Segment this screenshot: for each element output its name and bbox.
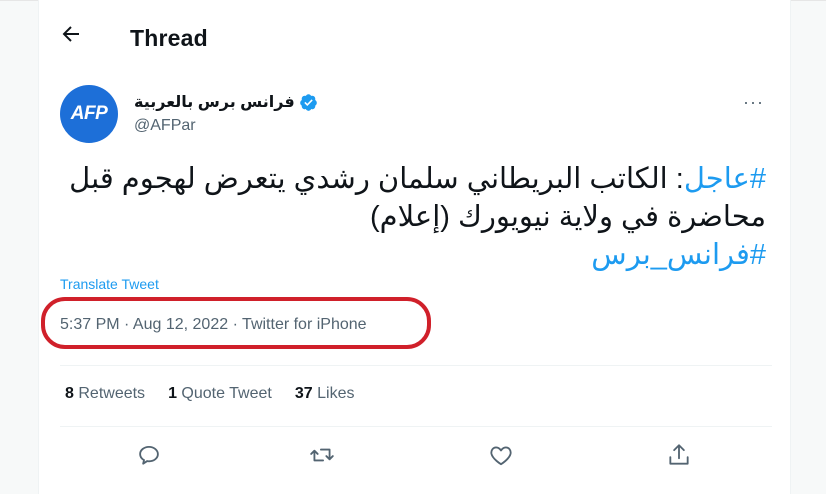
divider	[60, 365, 772, 366]
tweet-text: #عاجل: الكاتب البريطاني سلمان رشدي يتعرض…	[59, 160, 766, 274]
page-title: Thread	[130, 25, 208, 51]
author-name-row[interactable]: فرانس برس بالعربية	[134, 92, 318, 112]
thread-header: Thread	[39, 0, 790, 74]
likes-count: 37	[294, 385, 313, 402]
translate-tweet-link[interactable]: Translate Tweet	[60, 276, 159, 292]
author-display-name[interactable]: فرانس برس بالعربية	[134, 92, 295, 112]
author-handle[interactable]: @AFPar	[134, 117, 196, 135]
avatar-logo-text: AFP	[70, 103, 108, 124]
hashtag-link[interactable]: #عاجل	[684, 163, 766, 195]
quotes-label: Quote Tweet	[181, 385, 272, 402]
retweets-count: 8	[65, 385, 74, 402]
share-icon[interactable]	[666, 442, 692, 468]
tweet-actions	[39, 442, 790, 476]
arrow-left-icon[interactable]	[59, 22, 83, 46]
like-heart-icon[interactable]	[488, 442, 514, 468]
tweet-body: : الكاتب البريطاني سلمان رشدي يتعرض لهجو…	[69, 163, 766, 233]
verified-badge-icon	[299, 93, 317, 111]
hashtag-link[interactable]: #فرانس_برس	[591, 239, 766, 271]
retweets-stat[interactable]: 8 Retweets	[65, 385, 145, 403]
thread-column: Thread AFP فرانس برس بالعربية @AFPar ···…	[38, 0, 791, 494]
retweet-icon[interactable]	[309, 442, 335, 468]
likes-stat[interactable]: 37 Likes	[295, 385, 355, 403]
more-options-icon[interactable]: ···	[743, 92, 764, 113]
retweets-label: Retweets	[78, 385, 146, 402]
reply-icon[interactable]	[136, 442, 162, 468]
quote-tweets-stat[interactable]: 1 Quote Tweet	[168, 385, 272, 403]
divider	[60, 426, 772, 427]
quotes-count: 1	[168, 385, 177, 402]
tweet-stats: 8 Retweets 1 Quote Tweet 37 Likes	[65, 385, 377, 403]
avatar[interactable]: AFP	[60, 85, 118, 143]
likes-label: Likes	[317, 385, 355, 402]
tweet-timestamp-source[interactable]: 5:37 PM · Aug 12, 2022 · Twitter for iPh…	[60, 316, 367, 334]
